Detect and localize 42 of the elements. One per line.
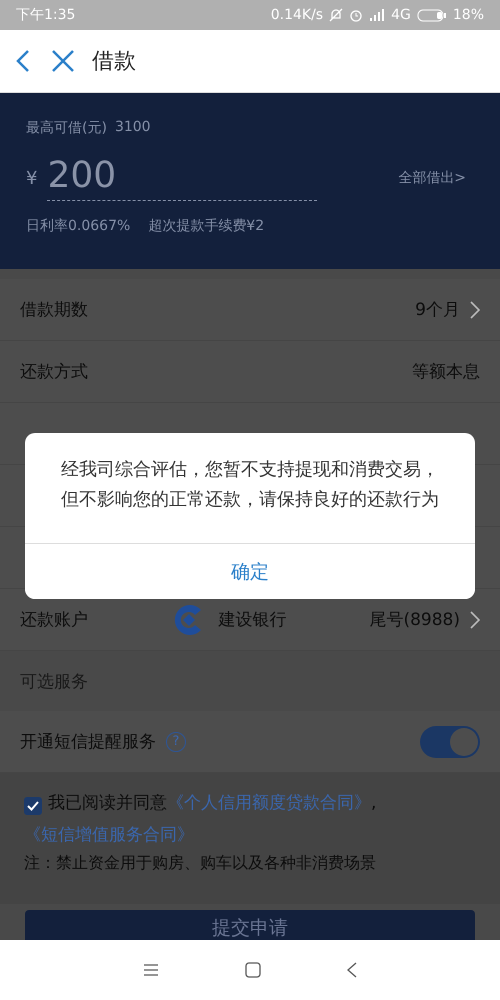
contract-link[interactable]: 《个人信用额度贷款合同》 bbox=[167, 793, 371, 813]
agreement-text: 我已阅读并同意《个人信用额度贷款合同》, 《短信增值服务合同》 bbox=[0, 773, 500, 851]
signal-icon bbox=[369, 9, 386, 21]
confirm-button[interactable]: 确定 bbox=[25, 543, 475, 599]
form-row[interactable]: 还款方式 等额本息 bbox=[0, 341, 500, 403]
back-icon[interactable] bbox=[347, 962, 357, 978]
help-icon[interactable]: ? bbox=[166, 732, 186, 752]
amount-field[interactable]: 200 bbox=[47, 155, 318, 201]
max-loan-label: 最高可借(元) bbox=[26, 119, 107, 137]
account-tail: 尾号(8988) bbox=[369, 609, 460, 631]
home-icon[interactable] bbox=[245, 962, 261, 978]
daily-rate: 日利率0.0667% bbox=[26, 217, 130, 235]
form-row[interactable]: 借款期数 9个月 bbox=[0, 279, 500, 341]
submit-button[interactable]: 提交申请 bbox=[25, 910, 475, 940]
agree-checkbox[interactable] bbox=[24, 797, 42, 815]
max-loan-value: 3100 bbox=[114, 119, 151, 137]
status-time: 下午1:35 bbox=[16, 6, 76, 24]
network-type: 4G bbox=[391, 7, 411, 23]
note-text: 注：禁止资金用于购房、购车以及各种非消费场景 bbox=[0, 851, 500, 904]
dialog-message: 经我司综合评估，您暂不支持提现和消费交易，但不影响您的正常还款，请保持良好的还款行为 bbox=[60, 458, 440, 512]
row-value: 等额本息 bbox=[412, 361, 480, 383]
row-value: 9个月 bbox=[415, 299, 460, 321]
withdrawal-fee: 超次提款手续费¥2 bbox=[148, 217, 264, 235]
alarm-icon bbox=[349, 8, 364, 22]
chevron-icon bbox=[470, 610, 480, 628]
sms-label: 开通短信提醒服务 bbox=[20, 731, 156, 753]
close-icon[interactable] bbox=[52, 50, 74, 72]
sms-toggle[interactable] bbox=[420, 726, 480, 758]
net-speed: 0.14K/s bbox=[270, 7, 324, 23]
battery-percent: 18% bbox=[452, 7, 484, 23]
row-label: 还款方式 bbox=[20, 361, 88, 383]
row-label: 借款期数 bbox=[20, 299, 88, 321]
menu-icon[interactable] bbox=[143, 963, 159, 977]
row-label: 还款账户 bbox=[20, 609, 88, 631]
currency-symbol: ¥ bbox=[26, 168, 38, 188]
bank-name: 建设银行 bbox=[218, 609, 287, 631]
back-icon[interactable] bbox=[16, 50, 30, 72]
borrow-all-link[interactable]: 全部借出> bbox=[398, 169, 466, 187]
contract-link[interactable]: 《短信增值服务合同》 bbox=[24, 825, 194, 845]
battery-icon bbox=[416, 8, 447, 22]
bell-muted-icon bbox=[329, 8, 344, 22]
page-title: 借款 bbox=[92, 48, 136, 76]
